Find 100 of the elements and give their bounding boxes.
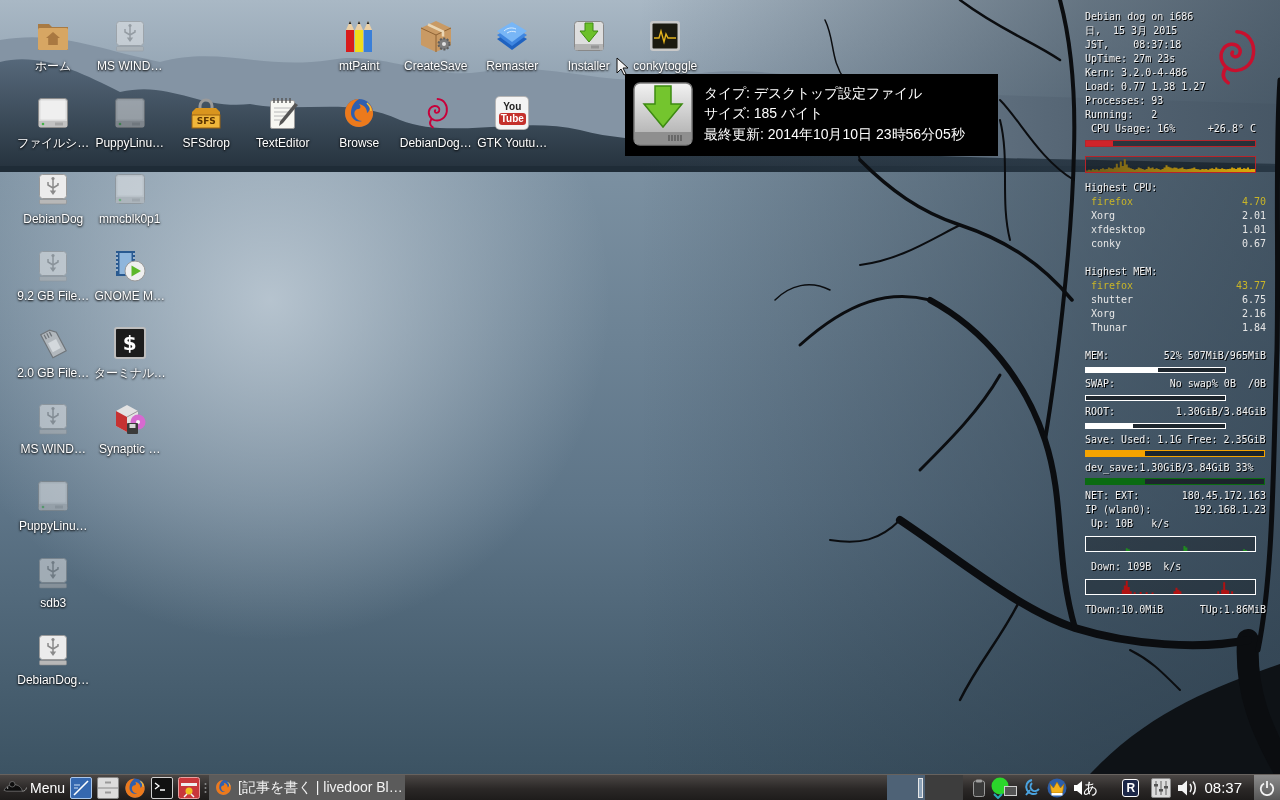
input-method-indicator[interactable]: あ — [1073, 777, 1100, 798]
tooltip-text: タイプ: デスクトップ設定ファイル — [704, 83, 922, 103]
tooltip-text: 最終更新: 2014年10月10日 23時56分05秒 — [704, 124, 965, 144]
menu-button[interactable]: Menu — [0, 775, 69, 800]
meter-label: ROOT: — [1085, 405, 1116, 419]
download-drive-icon[interactable] — [572, 20, 605, 52]
power-icon — [1259, 779, 1275, 796]
download-drive-icon — [633, 82, 693, 146]
desktop-icon-label[interactable]: mtPaint — [338, 59, 380, 73]
clipboard-icon[interactable] — [973, 778, 986, 797]
process-value: 2.01 — [1241, 209, 1266, 223]
process-name: firefox — [1091, 279, 1134, 293]
desktop-icon-label[interactable]: Synaptic … — [99, 442, 161, 457]
system-info-text: Load: 0.77 1.38 1.27 — [1085, 80, 1206, 94]
desktop-icon-label[interactable]: TextEditor — [256, 135, 310, 150]
memory-card-icon[interactable] — [37, 326, 70, 359]
tooltip-text: サイズ: 185 バイト — [704, 104, 824, 124]
mouse-icon — [3, 780, 27, 795]
process-name: xfdesktop — [1091, 223, 1146, 237]
process-name: firefox — [1091, 195, 1134, 209]
process-list-title: Highest MEM: — [1085, 265, 1158, 279]
crown-icon[interactable] — [1047, 777, 1068, 798]
temperature-text: +26.8° C — [1207, 122, 1256, 136]
hard-drive-icon[interactable] — [37, 96, 70, 129]
desktop-icon-label[interactable]: PuppyLinu… — [18, 519, 88, 534]
package-disc-icon[interactable] — [113, 403, 146, 436]
meter-reading: 52% 507MiB/965MiB — [1163, 349, 1266, 363]
network-address: 180.45.172.163 — [1181, 489, 1266, 503]
system-info-text: 日, 15 3月 2015 — [1085, 24, 1178, 38]
desktop-icon-label[interactable]: GTK Youtu… — [477, 135, 548, 150]
window-thumbnail — [918, 777, 924, 798]
network-label: IP (wlan0): — [1085, 503, 1152, 517]
desktop-icon-label[interactable]: sdb3 — [40, 595, 67, 610]
process-name: conky — [1091, 237, 1122, 251]
desktop-icon-label[interactable]: Browse — [339, 135, 380, 150]
process-list-title: Highest CPU: — [1085, 181, 1158, 195]
system-info-text: Processes: 93 — [1085, 94, 1164, 108]
network-address: 192.168.1.23 — [1193, 503, 1266, 517]
system-info-text: Kern: 3.2.0-4-486 — [1085, 66, 1188, 80]
terminal-icon[interactable] — [151, 776, 174, 799]
workspace-button[interactable] — [887, 775, 926, 800]
partition-usage-text: Save: Used: 1.1G Free: 2.35GiB — [1085, 433, 1266, 447]
process-name: shutter — [1091, 293, 1134, 307]
task-button[interactable]: [記事を書く | livedoor Bl… — [209, 775, 406, 800]
desktop-icon-label[interactable]: ホーム — [35, 59, 72, 73]
desktop-icon-label[interactable]: DebianDog… — [399, 135, 472, 150]
film-play-icon[interactable] — [113, 250, 146, 283]
swirl-icon[interactable] — [1023, 778, 1042, 797]
total-download-text: TDown:10.0MiB — [1085, 603, 1164, 617]
fox-globe-icon[interactable] — [343, 96, 376, 129]
process-value: 1.01 — [1241, 223, 1266, 237]
process-value: 4.70 — [1241, 195, 1266, 209]
icon-text: SFS — [195, 115, 217, 127]
desktop-icon-label[interactable]: DebianDog… — [17, 672, 90, 687]
prompt-symbol: $ — [122, 331, 137, 354]
desktop-icon-label[interactable]: SFSdrop — [182, 135, 230, 150]
layers-icon[interactable] — [496, 20, 529, 52]
system-info-text: UpTime: 27m 23s — [1085, 52, 1176, 66]
waveform-monitor-icon[interactable] — [649, 20, 682, 52]
equalizer-icon[interactable] — [1151, 777, 1172, 798]
download-rate-text: Down: 109B k/s — [1091, 560, 1182, 574]
logo-text: Tube — [498, 112, 526, 125]
logo-text: You — [503, 100, 522, 112]
desktop-icon-label[interactable]: 2.0 GB File… — [17, 365, 90, 380]
process-name: Thunar — [1091, 321, 1128, 335]
process-value: 6.75 — [1241, 293, 1266, 307]
desktop-icon-label[interactable]: MS WIND… — [97, 59, 163, 73]
total-upload-text: TUp:1.86MiB — [1199, 603, 1266, 617]
speaker-icon — [1074, 780, 1083, 795]
process-value: 1.84 — [1241, 321, 1266, 335]
video-logo-icon[interactable]: You Tube — [496, 96, 529, 129]
mouse-pointer-icon — [616, 57, 628, 76]
volume-icon[interactable] — [1177, 778, 1198, 797]
network-label: NET: EXT: — [1085, 489, 1140, 503]
desktop-icon-label[interactable]: ファイルシ… — [17, 135, 90, 150]
process-name: Xorg — [1091, 307, 1116, 321]
partition-usage-text: dev_save:1.30GiB/3.84GiB 33% — [1085, 461, 1254, 475]
upload-rate-text: Up: 10B k/s — [1091, 517, 1170, 531]
hard-drive-icon[interactable] — [113, 96, 146, 129]
cpu-usage-text: CPU Usage: 16% — [1091, 122, 1176, 136]
process-value: 2.16 — [1241, 307, 1266, 321]
letter-tile[interactable]: R — [1122, 778, 1140, 797]
file-cabinet-icon[interactable] — [97, 776, 120, 799]
fox-globe-icon[interactable] — [124, 776, 147, 799]
meter-reading: 1.30GiB/3.84GiB — [1175, 405, 1266, 419]
system-info-text: JST, 08:37:18 — [1085, 38, 1182, 52]
certificate-icon[interactable] — [178, 776, 201, 799]
power-button[interactable] — [1254, 775, 1280, 800]
process-name: Xorg — [1091, 209, 1116, 223]
screen-pen-icon[interactable] — [70, 776, 93, 799]
clock: 08:37 — [1204, 777, 1242, 798]
process-value: 43.77 — [1235, 279, 1266, 293]
desktop-icon-label[interactable]: MS WIND… — [20, 442, 86, 457]
package-icon[interactable] — [419, 20, 452, 52]
system-info-text: Running: 2 — [1085, 108, 1158, 122]
grip-icon — [204, 781, 208, 794]
usb-drive-icon[interactable] — [37, 633, 70, 666]
network-status-icon[interactable] — [991, 776, 1018, 799]
desktop-icon-label[interactable]: PuppyLinu… — [95, 135, 165, 150]
usb-drive-icon[interactable] — [37, 173, 70, 206]
